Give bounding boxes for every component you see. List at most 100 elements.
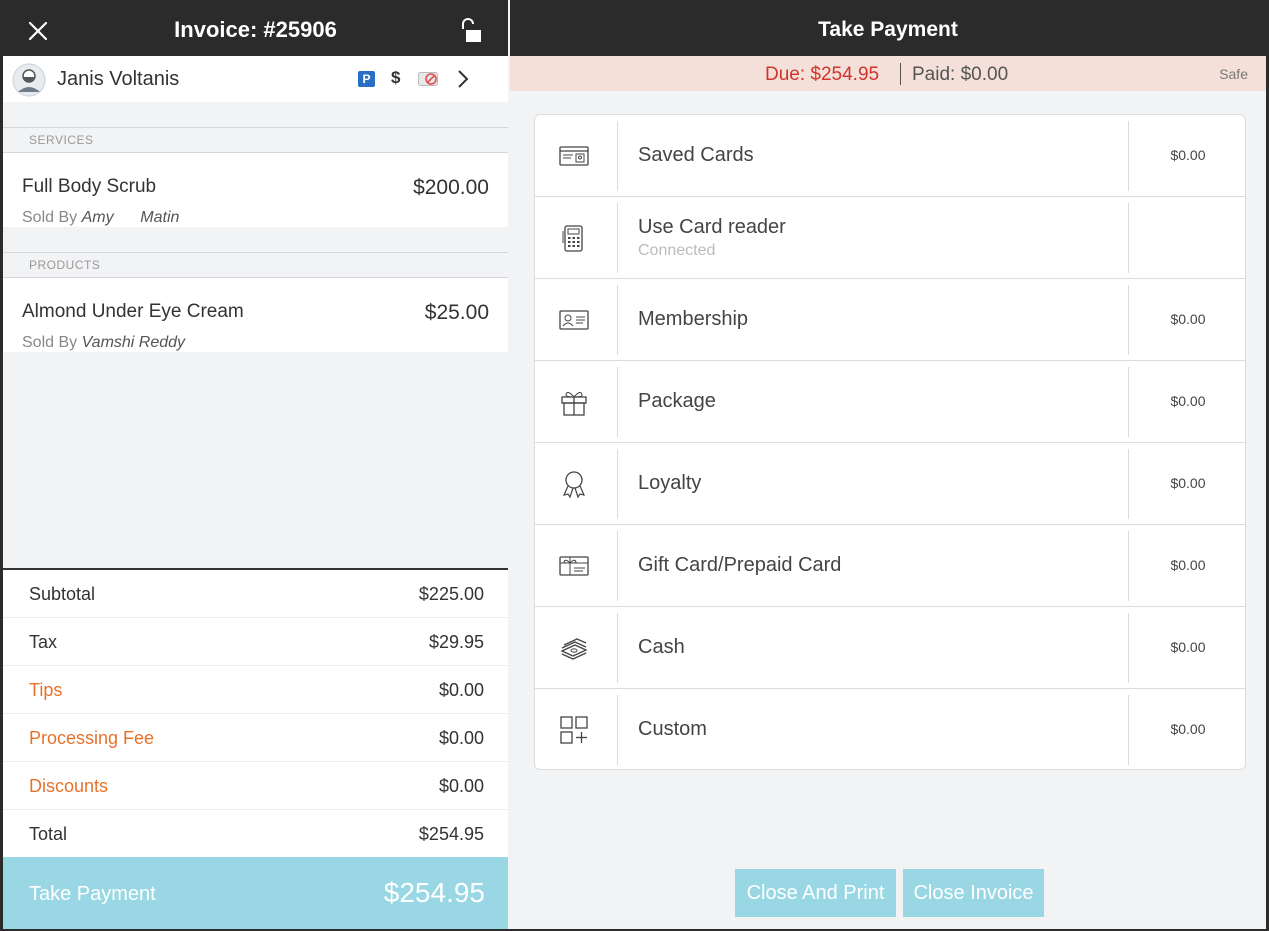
service-sold-by: Sold By Amy Matin bbox=[22, 209, 179, 227]
cash-stack-icon bbox=[559, 633, 589, 663]
invoice-title: Invoice: #25906 bbox=[174, 17, 337, 42]
total-row: Total $254.95 bbox=[3, 810, 508, 858]
product-sold-by: Sold By Vamshi Reddy bbox=[22, 334, 185, 352]
membership-card-icon bbox=[559, 305, 589, 335]
services-section-header: SERVICES bbox=[3, 127, 508, 153]
sold-by-label: Sold By bbox=[22, 209, 78, 226]
payment-method-amount: $0.00 bbox=[1170, 557, 1206, 573]
payment-method-name: Saved Cards bbox=[638, 144, 754, 166]
gift-box-icon bbox=[559, 387, 589, 417]
invoice-header: Invoice: #25906 bbox=[3, 0, 508, 56]
dollar-badge-icon: $ bbox=[391, 68, 401, 87]
due-paid-bar: Due: $254.95 Paid: $0.00 Safe bbox=[510, 56, 1266, 91]
row-separator bbox=[617, 449, 618, 519]
tax-value: $29.95 bbox=[428, 632, 484, 652]
payment-method-card-reader[interactable]: Use Card reader Connected bbox=[535, 197, 1245, 279]
subtotal-row: Subtotal $225.00 bbox=[3, 570, 508, 618]
chevron-right-icon[interactable] bbox=[456, 69, 470, 89]
payment-header: Take Payment bbox=[510, 0, 1266, 56]
products-section-header: PRODUCTS bbox=[3, 252, 508, 278]
row-separator bbox=[617, 203, 618, 273]
payment-method-name: Use Card reader bbox=[638, 216, 786, 238]
payment-method-name: Cash bbox=[638, 636, 685, 658]
avatar bbox=[12, 63, 46, 97]
row-separator bbox=[1128, 203, 1129, 273]
service-name: Full Body Scrub bbox=[22, 176, 157, 197]
payment-method-name: Custom bbox=[638, 718, 707, 740]
payment-method-name: Package bbox=[638, 390, 716, 412]
sold-by-staff: Amy Matin bbox=[81, 209, 180, 226]
close-invoice-button[interactable]: Close Invoice bbox=[903, 869, 1044, 917]
sold-by-staff: Vamshi Reddy bbox=[81, 334, 186, 351]
unlock-icon[interactable] bbox=[455, 15, 485, 45]
payment-method-amount: $0.00 bbox=[1170, 475, 1206, 491]
app-frame: Invoice: #25906 Janis Voltanis P $ SERVI… bbox=[3, 0, 1266, 929]
product-price: $25.00 bbox=[424, 301, 489, 324]
processing-fee-row[interactable]: Processing Fee $0.00 bbox=[3, 714, 508, 762]
row-separator bbox=[617, 695, 618, 765]
payment-method-amount: $0.00 bbox=[1170, 393, 1206, 409]
client-name: Janis Voltanis bbox=[57, 68, 180, 90]
take-payment-amount: $254.95 bbox=[383, 877, 485, 908]
safe-label[interactable]: Safe bbox=[1219, 66, 1248, 82]
saved-card-icon bbox=[559, 141, 589, 171]
paid-amount: Paid: $0.00 bbox=[912, 64, 1009, 85]
service-price: $200.00 bbox=[413, 176, 489, 199]
payment-method-name: Loyalty bbox=[638, 472, 702, 494]
discounts-label[interactable]: Discounts bbox=[29, 776, 108, 797]
payment-method-amount: $0.00 bbox=[1170, 721, 1206, 737]
invoice-panel: Invoice: #25906 Janis Voltanis P $ SERVI… bbox=[3, 0, 508, 929]
payment-method-amount: $0.00 bbox=[1170, 147, 1206, 163]
award-ribbon-icon bbox=[559, 469, 589, 499]
tips-row[interactable]: Tips $0.00 bbox=[3, 666, 508, 714]
sold-by-label: Sold By bbox=[22, 334, 78, 351]
client-row[interactable]: Janis Voltanis P $ bbox=[3, 56, 508, 102]
subtotal-label: Subtotal bbox=[29, 584, 96, 604]
payment-methods-list: Saved Cards $0.00 Use Card reader Connec… bbox=[534, 114, 1246, 770]
service-line-item[interactable]: Full Body Scrub $200.00 Sold By Amy Mati… bbox=[3, 153, 508, 227]
product-name: Almond Under Eye Cream bbox=[22, 301, 244, 322]
row-separator bbox=[617, 285, 618, 355]
payment-method-package[interactable]: Package $0.00 bbox=[535, 361, 1245, 443]
payment-method-name: Membership bbox=[638, 308, 749, 330]
payment-method-cash[interactable]: Cash $0.00 bbox=[535, 607, 1245, 689]
take-payment-label: Take Payment bbox=[29, 883, 156, 905]
total-label: Total bbox=[29, 824, 68, 844]
payment-method-membership[interactable]: Membership $0.00 bbox=[535, 279, 1245, 361]
processing-fee-value: $0.00 bbox=[438, 728, 484, 748]
discounts-row[interactable]: Discounts $0.00 bbox=[3, 762, 508, 810]
take-payment-button[interactable]: Take Payment $254.95 bbox=[3, 857, 508, 929]
product-line-item[interactable]: Almond Under Eye Cream $25.00 Sold By Va… bbox=[3, 278, 508, 352]
due-amount: Due: $254.95 bbox=[765, 64, 880, 85]
parking-badge-icon: P bbox=[358, 71, 375, 87]
card-reader-status: Connected bbox=[638, 242, 716, 259]
card-reader-icon bbox=[559, 223, 589, 253]
close-and-print-button[interactable]: Close And Print bbox=[735, 869, 896, 917]
tips-label[interactable]: Tips bbox=[29, 680, 62, 701]
total-value: $254.95 bbox=[418, 824, 484, 844]
gift-card-icon bbox=[559, 551, 589, 581]
subtotal-value: $225.00 bbox=[418, 584, 484, 604]
tax-row: Tax $29.95 bbox=[3, 618, 508, 666]
tax-label: Tax bbox=[29, 632, 58, 652]
processing-fee-label[interactable]: Processing Fee bbox=[29, 728, 154, 749]
row-separator bbox=[617, 531, 618, 601]
custom-grid-icon bbox=[559, 715, 589, 745]
no-card-icon bbox=[418, 72, 438, 86]
payment-method-amount: $0.00 bbox=[1170, 639, 1206, 655]
payment-title: Take Payment bbox=[818, 18, 958, 41]
payment-method-loyalty[interactable]: Loyalty $0.00 bbox=[535, 443, 1245, 525]
payment-method-gift-card[interactable]: Gift Card/Prepaid Card $0.00 bbox=[535, 525, 1245, 607]
discounts-value: $0.00 bbox=[438, 776, 484, 796]
totals-summary: Subtotal $225.00 Tax $29.95 Tips $0.00 P… bbox=[3, 568, 508, 858]
payment-method-custom[interactable]: Custom $0.00 bbox=[535, 689, 1245, 769]
payment-method-amount: $0.00 bbox=[1170, 311, 1206, 327]
row-separator bbox=[617, 367, 618, 437]
row-separator bbox=[617, 613, 618, 683]
divider bbox=[900, 63, 901, 85]
payment-method-saved-cards[interactable]: Saved Cards $0.00 bbox=[535, 115, 1245, 197]
row-separator bbox=[617, 121, 618, 191]
payment-method-name: Gift Card/Prepaid Card bbox=[638, 554, 842, 576]
tips-value: $0.00 bbox=[438, 680, 484, 700]
payment-panel: Take Payment Due: $254.95 Paid: $0.00 Sa… bbox=[510, 0, 1266, 929]
